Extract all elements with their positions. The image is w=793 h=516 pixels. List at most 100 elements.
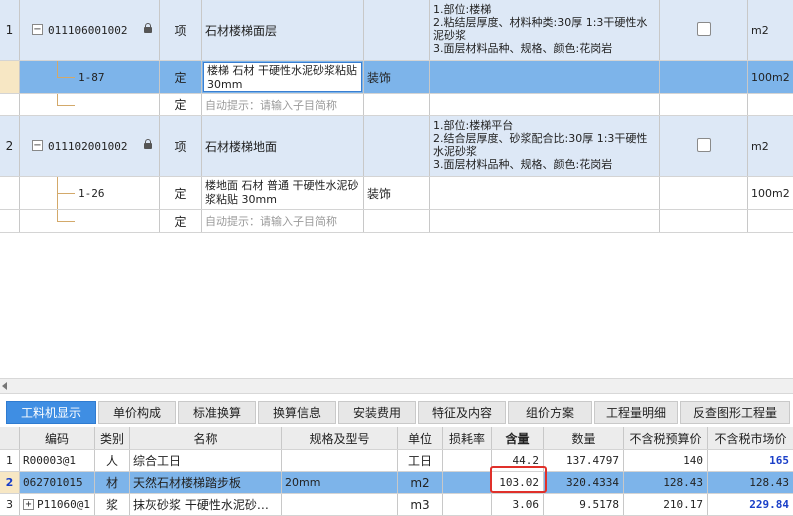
hint-features[interactable] bbox=[430, 210, 660, 232]
resource-code[interactable]: R00003@1 bbox=[20, 450, 95, 471]
hint-check-cell bbox=[660, 210, 748, 232]
tab-unit-price-composition[interactable]: 单价构成 bbox=[98, 401, 176, 424]
resource-spec[interactable] bbox=[282, 450, 398, 471]
bill-item-row[interactable]: 1 − 011106001002 项 石材楼梯面层 1.部位:楼梯 2.粘结层厚… bbox=[0, 0, 793, 61]
row-checkbox[interactable] bbox=[697, 22, 711, 36]
resource-type: 材 bbox=[95, 472, 130, 493]
resource-content-qty[interactable]: 3.06 bbox=[492, 494, 544, 515]
resource-row[interactable]: 3 + P11060@1 浆 抹灰砂浆 干硬性水泥砂… m3 3.06 9.51… bbox=[0, 494, 793, 516]
resource-market-price[interactable]: 128.43 bbox=[708, 472, 793, 493]
quota-name-editor[interactable]: 楼梯 石材 干硬性水泥砂浆粘贴 30mm bbox=[203, 62, 362, 92]
scroll-left-arrow-icon[interactable] bbox=[2, 382, 7, 390]
tab-labor-material-machine[interactable]: 工料机显示 bbox=[6, 401, 96, 424]
tab-standard-conversion[interactable]: 标准换算 bbox=[178, 401, 256, 424]
resource-market-price[interactable]: 165 bbox=[708, 450, 793, 471]
quota-unit: 100m2 bbox=[751, 186, 790, 200]
tree-line bbox=[57, 77, 75, 78]
item-spec[interactable] bbox=[364, 0, 430, 60]
tab-reverse-lookup-quantity[interactable]: 反查图形工程量 bbox=[680, 401, 790, 424]
quota-row[interactable]: 1-87 定 楼梯 石材 干硬性水泥砂浆粘贴 30mm 装饰 100m2 bbox=[0, 61, 793, 94]
header-amount[interactable]: 数量 bbox=[544, 427, 624, 449]
tab-installation-fee[interactable]: 安装费用 bbox=[338, 401, 416, 424]
hint-type: 定 bbox=[160, 210, 202, 232]
header-code[interactable]: 编码 bbox=[20, 427, 95, 449]
resource-unit: 工日 bbox=[398, 450, 443, 471]
bill-item-row[interactable]: 2 − 011102001002 项 石材楼梯地面 1.部位:楼梯平台 2.结合… bbox=[0, 116, 793, 177]
quota-features[interactable] bbox=[430, 177, 660, 209]
tab-pricing-scheme[interactable]: 组价方案 bbox=[508, 401, 592, 424]
expand-plus-icon[interactable]: + bbox=[23, 499, 34, 510]
quota-features[interactable] bbox=[430, 61, 660, 93]
resource-code: P11060@1 bbox=[37, 498, 90, 511]
horizontal-scrollbar[interactable] bbox=[0, 378, 793, 394]
header-loss-rate[interactable]: 损耗率 bbox=[443, 427, 492, 449]
header-market-price[interactable]: 不含税市场价 bbox=[708, 427, 793, 449]
detail-tabbar: 工料机显示 单价构成 标准换算 换算信息 安装费用 特征及内容 组价方案 工程量… bbox=[0, 399, 793, 425]
header-budget-price[interactable]: 不含税预算价 bbox=[624, 427, 708, 449]
resource-budget-price: 140 bbox=[624, 450, 708, 471]
quota-name[interactable]: 楼地面 石材 普通 干硬性水泥砂浆粘贴 30mm bbox=[202, 177, 364, 209]
header-unit[interactable]: 单位 bbox=[398, 427, 443, 449]
quota-spec[interactable]: 装饰 bbox=[364, 177, 430, 209]
quota-input-row[interactable]: 定 自动提示：请输入子目简称 bbox=[0, 94, 793, 116]
auto-hint-text[interactable]: 自动提示：请输入子目简称 bbox=[202, 94, 364, 115]
row-index: 2 bbox=[0, 472, 20, 493]
header-name[interactable]: 名称 bbox=[130, 427, 282, 449]
item-spec[interactable] bbox=[364, 116, 430, 176]
resource-code-cell[interactable]: + P11060@1 bbox=[20, 494, 95, 515]
resource-row[interactable]: 2 062701015 材 天然石材楼梯踏步板 20mm m2 103.02 3… bbox=[0, 472, 793, 494]
item-name[interactable]: 石材楼梯地面 bbox=[202, 116, 364, 176]
resource-name[interactable]: 天然石材楼梯踏步板 bbox=[130, 472, 282, 493]
quota-check-cell bbox=[660, 61, 748, 93]
item-features[interactable]: 1.部位:楼梯 2.粘结层厚度、材料种类:30厚 1:3干硬性水泥砂浆 3.面层… bbox=[430, 0, 660, 60]
resource-name[interactable]: 抹灰砂浆 干硬性水泥砂… bbox=[130, 494, 282, 515]
row-index bbox=[0, 177, 20, 209]
hint-check-cell bbox=[660, 94, 748, 115]
row-index: 3 bbox=[0, 494, 20, 515]
resource-row[interactable]: 1 R00003@1 人 综合工日 工日 44.2 137.4797 140 1… bbox=[0, 450, 793, 472]
resource-spec[interactable] bbox=[282, 494, 398, 515]
hint-spec[interactable] bbox=[364, 94, 430, 115]
header-content-qty[interactable]: 含量 bbox=[492, 427, 544, 449]
resource-spec[interactable]: 20mm bbox=[282, 472, 398, 493]
resource-loss-rate[interactable] bbox=[443, 472, 492, 493]
tab-quantity-details[interactable]: 工程量明细 bbox=[594, 401, 678, 424]
resource-loss-rate[interactable] bbox=[443, 450, 492, 471]
resource-grid: 编码 类别 名称 规格及型号 单位 损耗率 含量 数量 不含税预算价 不含税市场… bbox=[0, 427, 793, 516]
header-spec[interactable]: 规格及型号 bbox=[282, 427, 398, 449]
resource-market-price[interactable]: 229.84 bbox=[708, 494, 793, 515]
resource-code[interactable]: 062701015 bbox=[20, 472, 95, 493]
row-checkbox[interactable] bbox=[697, 138, 711, 152]
item-features[interactable]: 1.部位:楼梯平台 2.结合层厚度、砂浆配合比:30厚 1:3干硬性水泥砂浆 3… bbox=[430, 116, 660, 176]
collapse-minus-icon[interactable]: − bbox=[32, 140, 43, 151]
item-code: 011106001002 bbox=[48, 23, 128, 37]
collapse-minus-icon[interactable]: − bbox=[32, 24, 43, 35]
checkbox-cell bbox=[660, 116, 748, 176]
tab-conversion-info[interactable]: 换算信息 bbox=[258, 401, 336, 424]
hint-features[interactable] bbox=[430, 94, 660, 115]
header-index bbox=[0, 427, 20, 449]
resource-name[interactable]: 综合工日 bbox=[130, 450, 282, 471]
row-index: 2 bbox=[0, 116, 20, 176]
quota-row[interactable]: 1-26 定 楼地面 石材 普通 干硬性水泥砂浆粘贴 30mm 装饰 100m2 bbox=[0, 177, 793, 210]
item-type: 项 bbox=[160, 0, 202, 60]
auto-hint-text[interactable]: 自动提示：请输入子目简称 bbox=[202, 210, 364, 232]
grid-empty-area bbox=[0, 233, 793, 378]
resource-amount: 320.4334 bbox=[544, 472, 624, 493]
resource-loss-rate[interactable] bbox=[443, 494, 492, 515]
quota-input-row[interactable]: 定 自动提示：请输入子目简称 bbox=[0, 210, 793, 233]
hint-unit bbox=[748, 94, 793, 115]
hint-unit bbox=[748, 210, 793, 232]
quota-check-cell bbox=[660, 177, 748, 209]
tree-line bbox=[57, 193, 75, 194]
header-type[interactable]: 类别 bbox=[95, 427, 130, 449]
tree-line bbox=[57, 221, 75, 222]
quota-name-cell[interactable]: 楼梯 石材 干硬性水泥砂浆粘贴 30mm bbox=[202, 61, 364, 93]
tab-features-content[interactable]: 特征及内容 bbox=[418, 401, 506, 424]
hint-spec[interactable] bbox=[364, 210, 430, 232]
quota-spec[interactable]: 装饰 bbox=[364, 61, 430, 93]
resource-amount: 9.5178 bbox=[544, 494, 624, 515]
item-name[interactable]: 石材楼梯面层 bbox=[202, 0, 364, 60]
hint-code-cell bbox=[20, 94, 160, 115]
quota-unit: 100m2 bbox=[751, 70, 790, 84]
